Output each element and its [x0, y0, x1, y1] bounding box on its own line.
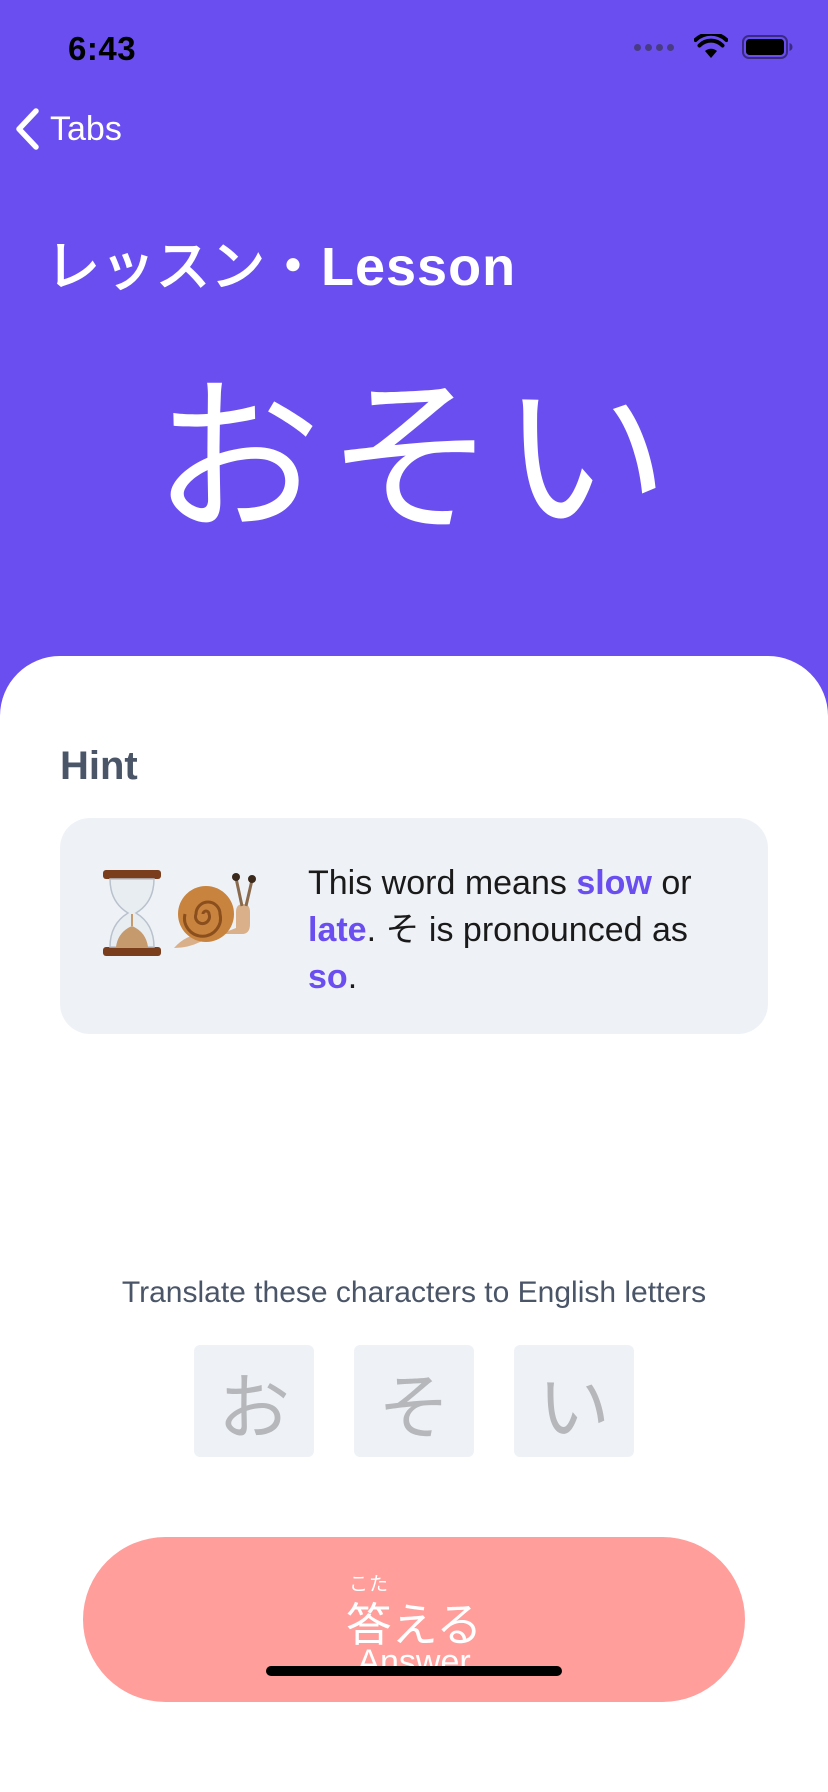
lesson-sheet: Hint This word means slow or late. そ is …: [0, 656, 828, 1792]
hint-text-part: or: [651, 864, 692, 902]
chevron-left-icon: [16, 108, 39, 150]
hint-card: This word means slow or late. そ is prono…: [60, 818, 768, 1034]
back-button[interactable]: Tabs: [14, 108, 122, 150]
character-tile[interactable]: お: [194, 1345, 314, 1457]
snail-icon: [174, 873, 256, 948]
hint-text-part: This word means: [308, 864, 577, 902]
hint-emoji: [100, 868, 256, 958]
hint-text-part: . そ is pronounced as: [366, 911, 688, 949]
lesson-screen: 6:43 Tabs レッスン・Lesson おそい Hint This word…: [0, 0, 828, 1792]
hint-text-part: .: [347, 958, 358, 996]
wifi-icon: [694, 34, 728, 58]
character-tile[interactable]: そ: [354, 1345, 474, 1457]
character-tile[interactable]: い: [514, 1345, 634, 1457]
hint-highlight-late: late: [308, 911, 367, 949]
hint-highlight-so: so: [308, 958, 348, 996]
lesson-word: おそい: [153, 365, 675, 553]
status-time: 6:43: [68, 30, 137, 67]
hint-highlight-slow: slow: [576, 864, 652, 902]
answer-label-en: Answer: [357, 1643, 471, 1681]
hourglass-icon: [103, 870, 161, 956]
page-title: レッスン・Lesson: [46, 237, 517, 297]
status-icons: [634, 34, 794, 60]
battery-icon: [742, 35, 793, 59]
signal-dots-icon: [634, 43, 674, 51]
hint-heading: Hint: [60, 744, 138, 788]
hint-text: This word means slow or late. そ is prono…: [308, 860, 728, 1001]
back-button-label: Tabs: [50, 109, 122, 148]
home-indicator: [266, 1666, 562, 1676]
instruction-text: Translate these characters to English le…: [121, 1276, 707, 1309]
character-tiles: お そ い: [194, 1345, 634, 1457]
answer-button[interactable]: こた 答える Answer: [83, 1537, 745, 1702]
